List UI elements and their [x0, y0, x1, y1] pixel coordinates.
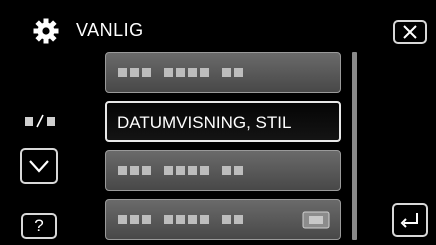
menu-item-3 [105, 150, 341, 191]
scrollbar[interactable] [352, 52, 357, 240]
help-label: ? [34, 216, 44, 235]
close-icon [403, 25, 417, 39]
page-indicator-icon [25, 114, 55, 128]
header-bar: VANLIG [0, 0, 436, 50]
greyed-text-placeholder [118, 215, 243, 224]
menu-item-datumvisning-stil[interactable]: DATUMVISNING, STIL [105, 101, 341, 142]
menu-item-label: DATUMVISNING, STIL [117, 113, 292, 132]
value-placeholder-icon [302, 211, 330, 229]
greyed-text-placeholder [118, 166, 243, 175]
close-button[interactable] [393, 20, 427, 44]
chevron-down-icon [29, 160, 49, 173]
menu-item-1 [105, 52, 341, 93]
gear-icon [33, 18, 59, 44]
help-button[interactable]: ? [21, 213, 57, 239]
menu-item-4 [105, 199, 341, 240]
return-icon [400, 213, 418, 228]
page-title: VANLIG [76, 20, 144, 40]
scroll-down-button[interactable] [20, 148, 58, 184]
back-button[interactable] [392, 203, 428, 237]
greyed-text-placeholder [118, 68, 243, 77]
